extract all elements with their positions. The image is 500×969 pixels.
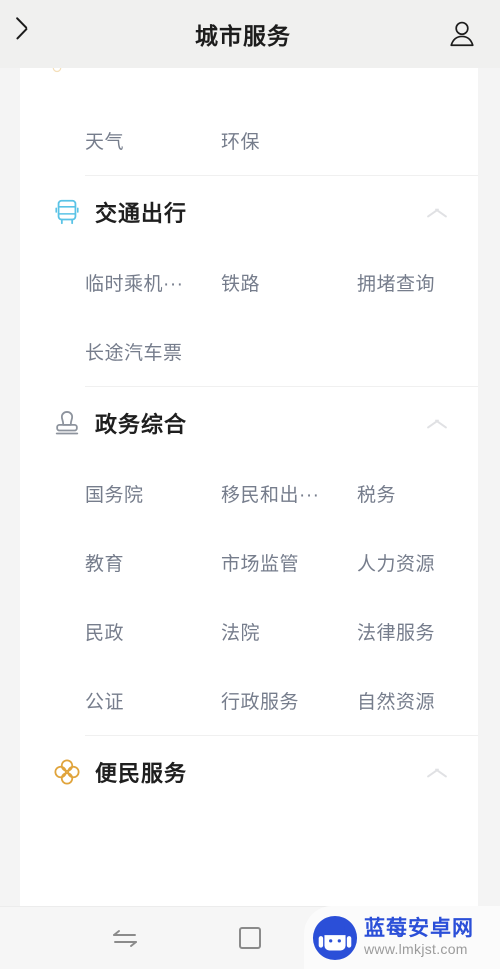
service-item-railway[interactable]: 铁路 bbox=[221, 248, 357, 317]
service-item-notary[interactable]: 公证 bbox=[85, 666, 221, 735]
recents-nav-button[interactable] bbox=[187, 907, 312, 969]
service-item-admin-service[interactable]: 行政服务 bbox=[221, 666, 357, 735]
service-item-environment[interactable]: 环保 bbox=[221, 106, 357, 175]
service-item-natural-resources[interactable]: 自然资源 bbox=[357, 666, 493, 735]
scroll-container[interactable]: 天气 环保 交通出行 临时乘机··· 铁路 拥堵查询 长途汽车票 政务综合 国务… bbox=[0, 68, 500, 906]
chevron-up-icon-government[interactable] bbox=[426, 416, 448, 430]
service-item-state-council[interactable]: 国务院 bbox=[85, 459, 221, 528]
service-item-temp-boarding[interactable]: 临时乘机··· bbox=[85, 248, 221, 317]
section-title-transport: 交通出行 bbox=[95, 201, 188, 226]
service-item-weather[interactable]: 天气 bbox=[85, 106, 221, 175]
section-title-government: 政务综合 bbox=[95, 412, 188, 437]
service-item-bus-ticket[interactable]: 长途汽车票 bbox=[85, 317, 221, 386]
watermark-site-name: 蓝莓安卓网 bbox=[364, 917, 474, 941]
flower-icon bbox=[52, 68, 62, 73]
chevron-up-icon-convenience[interactable] bbox=[426, 765, 448, 779]
flower-icon bbox=[51, 756, 83, 788]
watermark-site-url: www.lmkjst.com bbox=[364, 941, 468, 958]
person-icon bbox=[450, 21, 474, 47]
service-item-education[interactable]: 教育 bbox=[85, 528, 221, 597]
back-button[interactable] bbox=[0, 0, 62, 68]
service-item-immigration[interactable]: 移民和出··· bbox=[221, 459, 357, 528]
service-item-empty bbox=[357, 106, 493, 175]
section-header-convenience[interactable]: 便民服务 bbox=[20, 736, 478, 808]
stamp-icon bbox=[51, 407, 83, 439]
chevron-up-icon-transport[interactable] bbox=[426, 205, 448, 219]
page-title: 城市服务 bbox=[195, 23, 291, 49]
section-header-government[interactable]: 政务综合 bbox=[20, 387, 478, 459]
section-items-transport: 临时乘机··· 铁路 拥堵查询 长途汽车票 bbox=[20, 248, 478, 386]
service-item-civil-affairs[interactable]: 民政 bbox=[85, 597, 221, 666]
service-item-market-regulation[interactable]: 市场监管 bbox=[221, 528, 357, 597]
back-nav-button[interactable] bbox=[62, 907, 187, 969]
chevron-left-icon bbox=[23, 21, 39, 47]
site-watermark: 蓝莓安卓网 www.lmkjst.com bbox=[304, 906, 500, 969]
profile-button[interactable] bbox=[424, 0, 500, 68]
section-items-government: 国务院 移民和出··· 税务 教育 市场监管 人力资源 民政 法院 法律服务 公… bbox=[20, 459, 478, 735]
android-robot-icon bbox=[312, 915, 358, 960]
service-item-court[interactable]: 法院 bbox=[221, 597, 357, 666]
service-item-traffic-query[interactable]: 拥堵查询 bbox=[357, 248, 493, 317]
bus-icon bbox=[51, 196, 83, 228]
app-header: 城市服务 bbox=[0, 0, 500, 68]
partial-section-items: 天气 环保 bbox=[20, 90, 478, 175]
service-item-human-resources[interactable]: 人力资源 bbox=[357, 528, 493, 597]
service-item-tax[interactable]: 税务 bbox=[357, 459, 493, 528]
partial-section-header bbox=[20, 68, 478, 90]
service-item-legal-service[interactable]: 法律服务 bbox=[357, 597, 493, 666]
phone-screen: 城市服务 天气 环保 交通出行 临时乘机··· 铁路 拥堵查询 长途汽车票 政务… bbox=[0, 0, 500, 969]
services-card: 天气 环保 交通出行 临时乘机··· 铁路 拥堵查询 长途汽车票 政务综合 国务… bbox=[20, 68, 478, 906]
section-title-convenience: 便民服务 bbox=[95, 761, 188, 786]
swap-arrows-icon bbox=[112, 930, 137, 947]
square-icon bbox=[238, 927, 261, 949]
section-header-transport[interactable]: 交通出行 bbox=[20, 176, 478, 248]
